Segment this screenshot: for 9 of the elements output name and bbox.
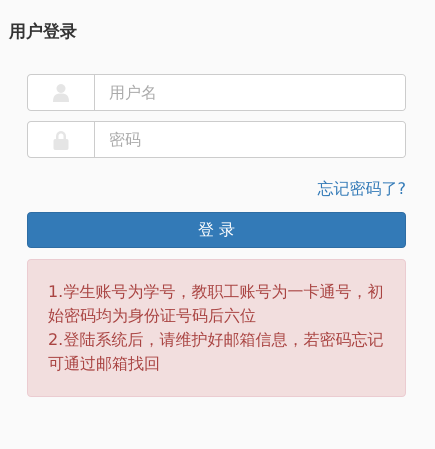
notice-text: 1.学生账号为学号，教职工账号为一卡通号，初始密码均为身份证号码后六位 <box>48 281 384 327</box>
page-title: 用户登录 <box>8 21 78 44</box>
forgot-password-link[interactable]: 忘记密码了? <box>318 178 406 200</box>
password-field[interactable]: 密码 <box>27 121 406 158</box>
username-field[interactable]: 用户名 <box>27 74 406 111</box>
login-button[interactable]: 登 录 <box>27 212 406 248</box>
user-icon <box>52 82 70 102</box>
notice-text: 2.登陆系统后，请维护好邮箱信息，若密码忘记可通过邮箱找回 <box>48 329 384 375</box>
lock-icon <box>52 130 70 150</box>
